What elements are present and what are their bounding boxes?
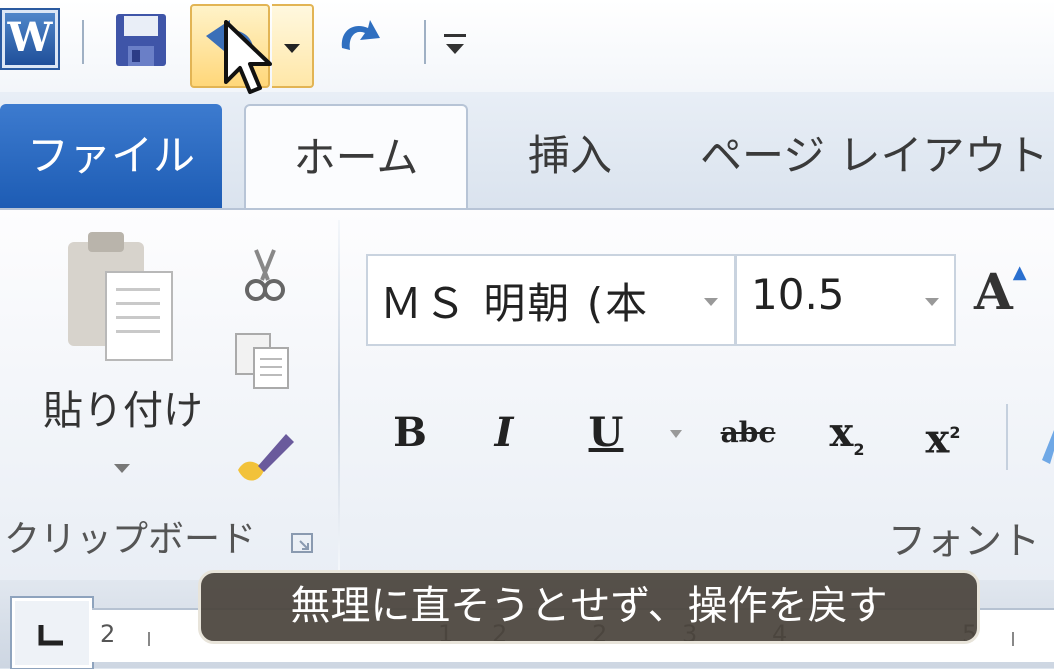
- chevron-down-icon[interactable]: [923, 296, 941, 308]
- subscript-mark: 2: [853, 440, 865, 459]
- redo-icon[interactable]: [334, 14, 384, 64]
- font-group-label: フォント: [888, 519, 1041, 563]
- font-name-value: ＭＳ 明朝 (本: [380, 279, 650, 328]
- dropdown-icon: [284, 44, 300, 53]
- quick-access-toolbar: W: [0, 0, 1054, 92]
- format-painter-icon[interactable]: [232, 426, 298, 492]
- strikethrough-button[interactable]: abc: [708, 396, 788, 470]
- cut-icon[interactable]: [240, 246, 290, 304]
- grow-font-icon: A: [974, 262, 1013, 321]
- ribbon-home-panel: 貼り付け クリップボード ＭＳ 明朝 (本 10.5 A▲ B I U abc …: [0, 208, 1054, 582]
- bold-button[interactable]: B: [382, 396, 438, 470]
- paste-icon[interactable]: [62, 228, 180, 368]
- left-tab-icon: [38, 625, 63, 646]
- subscript-button[interactable]: x2: [812, 396, 882, 470]
- subscript-letter: x: [829, 409, 854, 456]
- paste-button-label[interactable]: 貼り付け: [28, 378, 218, 436]
- toolbar-separator: [1006, 404, 1008, 470]
- superscript-letter: x: [925, 415, 950, 463]
- customize-qat-icon[interactable]: [440, 20, 470, 64]
- dialog-launcher-icon[interactable]: [290, 532, 316, 556]
- font-size-value: 10.5: [751, 270, 845, 319]
- tab-file[interactable]: ファイル: [0, 104, 222, 208]
- ruler-tick: [1012, 632, 1014, 646]
- font-size-combobox[interactable]: 10.5: [736, 254, 956, 346]
- superscript-mark: 2: [949, 423, 961, 442]
- superscript-button[interactable]: x2: [908, 396, 978, 470]
- toolbar-separator: [424, 20, 426, 64]
- chevron-down-icon[interactable]: [668, 428, 684, 440]
- underline-button[interactable]: U: [578, 396, 634, 470]
- copy-icon[interactable]: [232, 330, 294, 392]
- clipboard-group: 貼り付け クリップボード: [0, 210, 340, 582]
- text-highlight-icon[interactable]: [1032, 410, 1054, 470]
- word-logo-icon[interactable]: W: [2, 10, 58, 68]
- ribbon-tab-bar: ファイル ホーム 挿入 ページ レイアウト: [0, 92, 1054, 212]
- chevron-down-icon[interactable]: [108, 458, 136, 478]
- font-group: ＭＳ 明朝 (本 10.5 A▲ B I U abc x2 x2 フォント: [342, 210, 1054, 582]
- toolbar-separator: [82, 20, 84, 64]
- save-icon[interactable]: [114, 12, 168, 68]
- tab-home[interactable]: ホーム: [244, 104, 468, 212]
- font-name-combobox[interactable]: ＭＳ 明朝 (本: [366, 254, 736, 346]
- mouse-cursor-icon: [224, 20, 272, 94]
- undo-dropdown-button[interactable]: [272, 4, 314, 88]
- chevron-down-icon[interactable]: [702, 296, 720, 308]
- tab-page-layout[interactable]: ページ レイアウト: [700, 104, 1054, 208]
- tab-stop-selector[interactable]: [12, 598, 92, 668]
- video-caption: 無理に直そうとせず、操作を戻す: [198, 570, 980, 644]
- group-divider: [338, 220, 340, 570]
- ruler-label: 2: [100, 620, 116, 648]
- italic-button[interactable]: I: [476, 396, 532, 470]
- grow-font-button[interactable]: A▲: [974, 262, 1038, 334]
- ruler-tick: [148, 632, 150, 646]
- tab-insert[interactable]: 挿入: [500, 104, 640, 208]
- clipboard-group-label: クリップボード: [4, 519, 257, 560]
